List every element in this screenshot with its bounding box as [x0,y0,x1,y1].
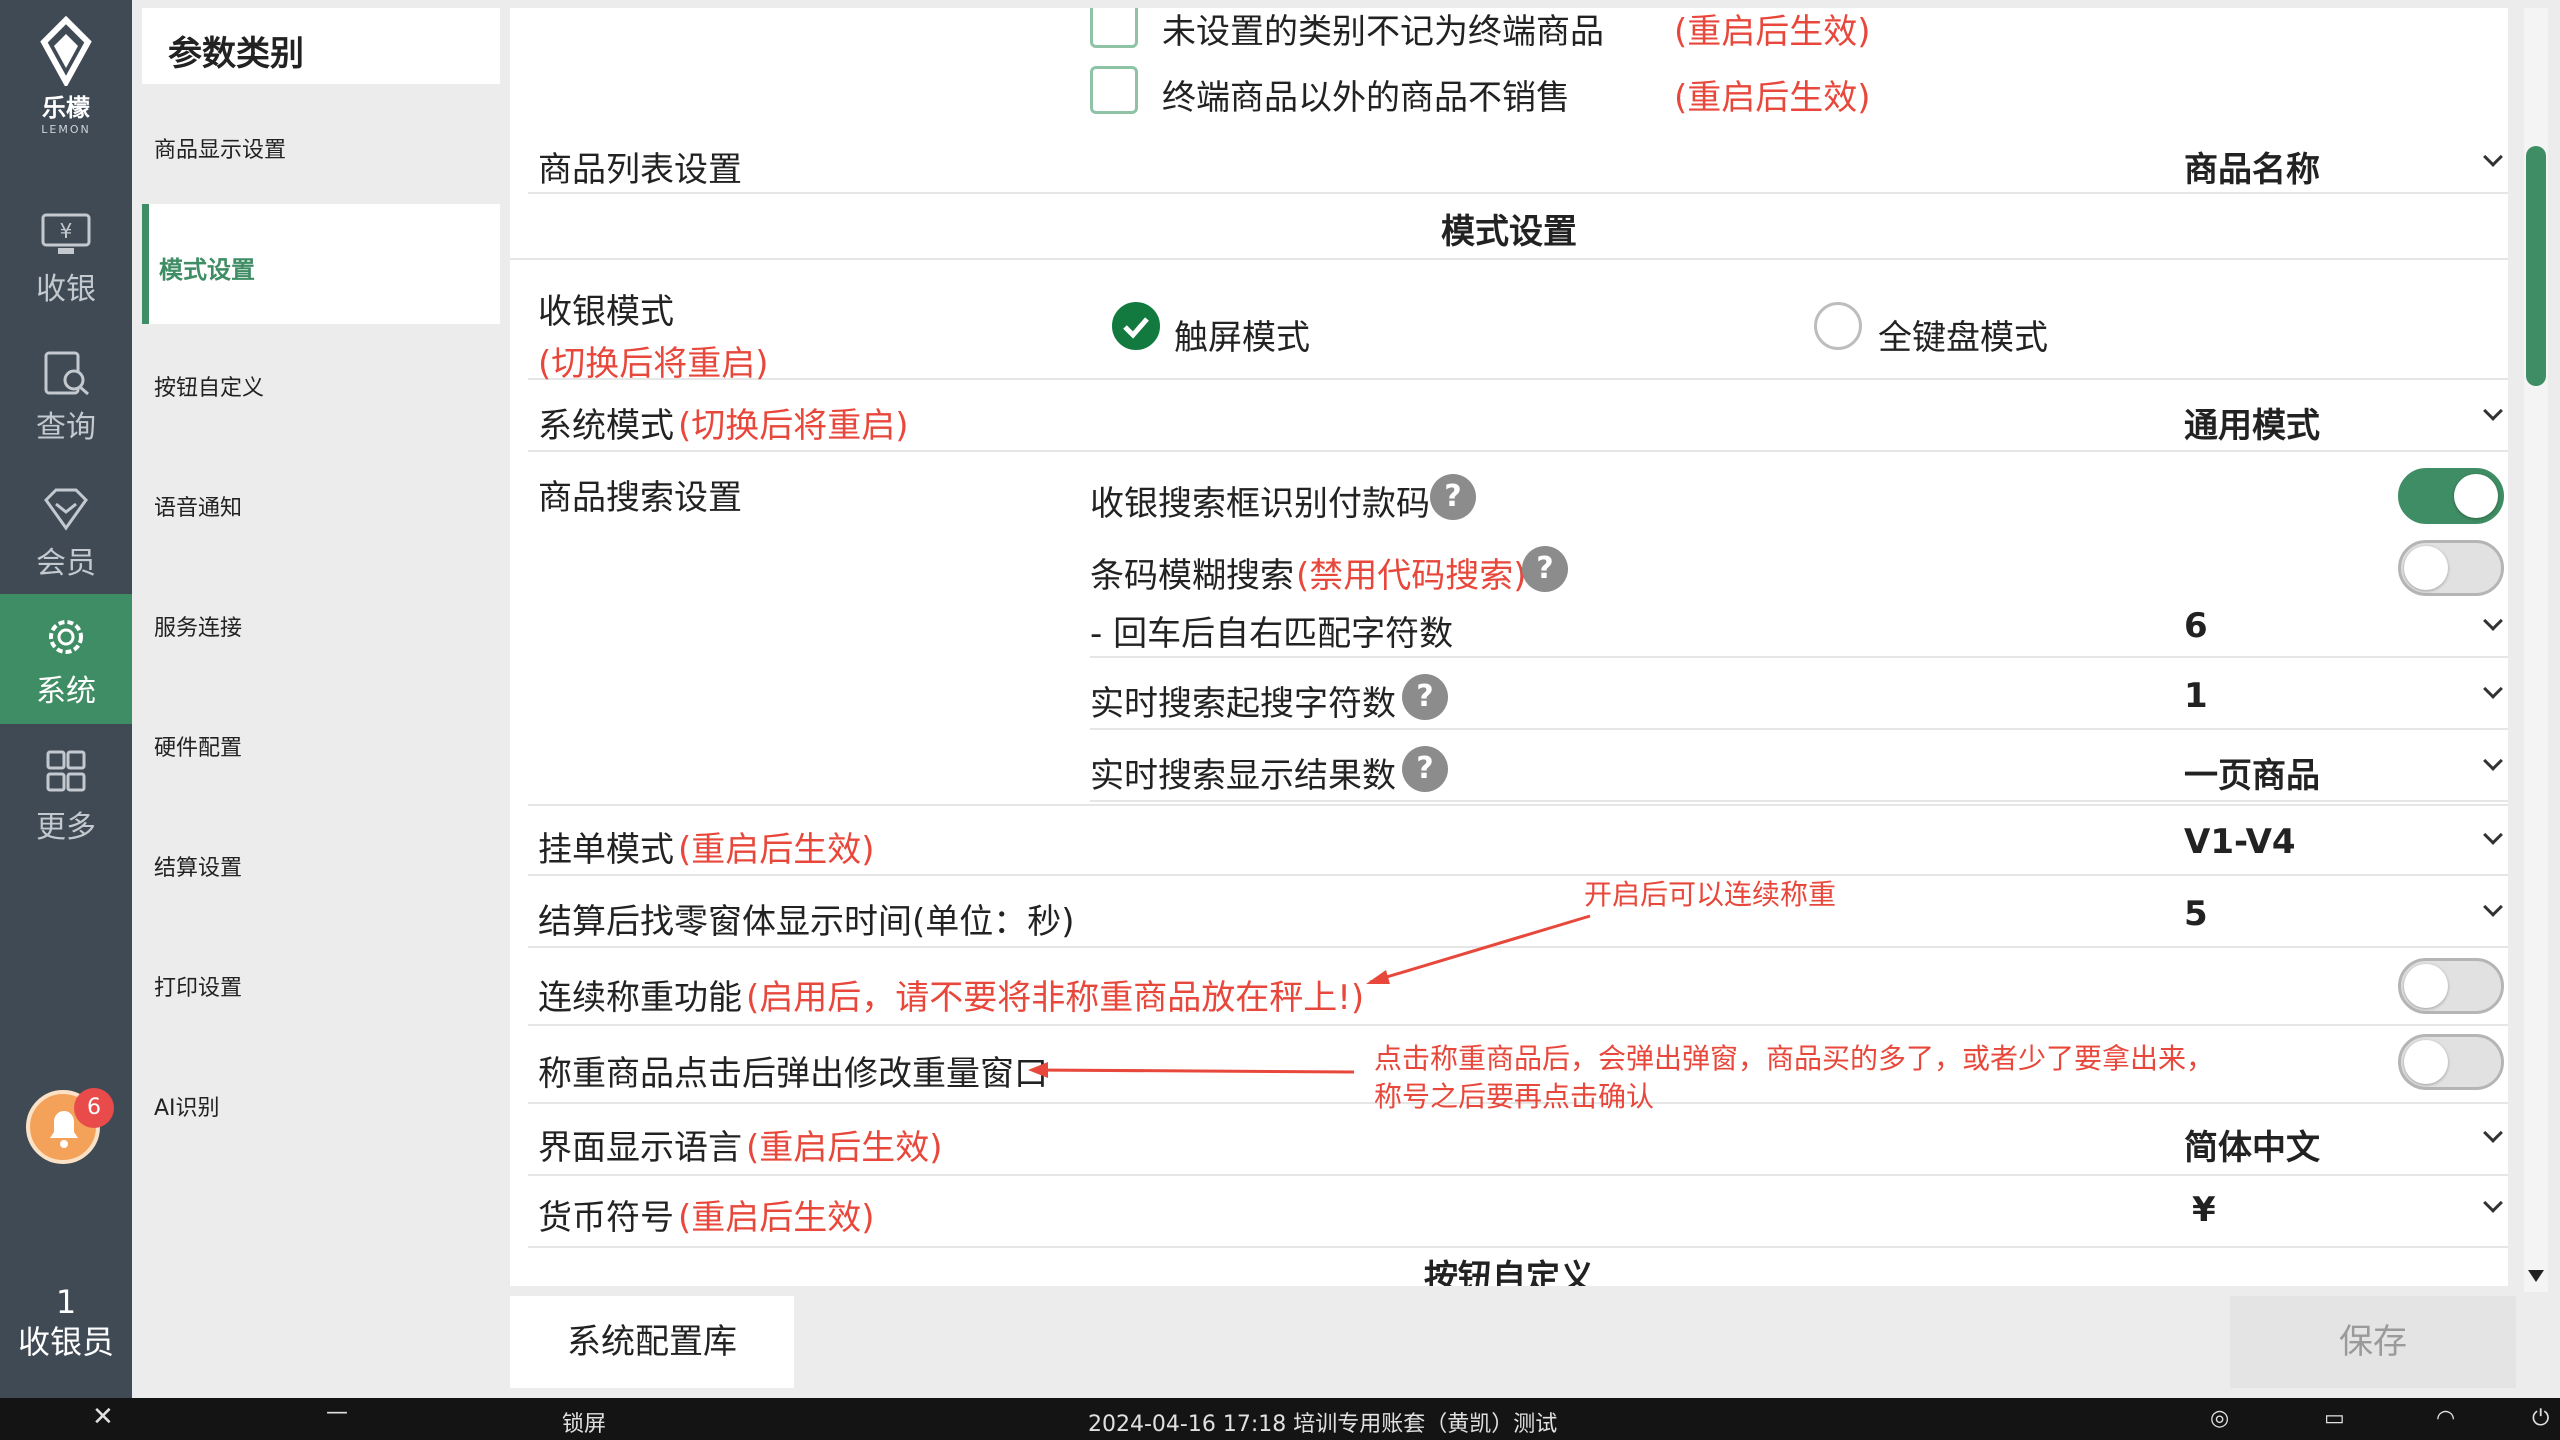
globe-icon[interactable]: ◎ [2210,1406,2229,1431]
lemon-logo-icon [40,16,92,86]
category-item-print[interactable]: 打印设置 [132,924,510,1044]
main-nav: 乐檬 LEMON ¥ 收银 查询 会员 系统 更多 6 1 收银员 [0,0,132,1398]
power-icon[interactable]: ⏻ [2532,1406,2549,1431]
annotation-arrows [1028,914,1591,1078]
category-item-buttons[interactable]: 按钮自定义 [132,324,510,444]
grid-icon [46,750,86,792]
nav-label: 会员 [36,546,96,581]
lock-screen-button[interactable]: 锁屏 [562,1406,606,1438]
nav-label: 查询 [36,410,96,445]
svg-text:¥: ¥ [60,219,73,243]
category-item-hardware[interactable]: 硬件配置 [132,684,510,804]
settings-panel: 未设置的类别不记为终端商品 (重启后生效) 终端商品以外的商品不销售 (重启后生… [510,8,2508,1286]
category-item-voice[interactable]: 语音通知 [132,444,510,564]
display-icon[interactable]: ▭ [2324,1406,2345,1431]
status-bar: ✕ — 锁屏 2024-04-16 17:18 培训专用账套（黄凯）测试 ◎ ▭… [0,1398,2560,1440]
category-title-box: 参数类别 [142,8,500,84]
logo-subtext: LEMON [41,123,91,136]
config-library-button[interactable]: 系统配置库 [510,1296,794,1388]
search-document-icon [44,351,89,396]
category-item-mode[interactable]: 模式设置 [142,204,500,324]
category-item-ai[interactable]: AI识别 [132,1044,510,1164]
cashier-role: 收银员 [17,1323,114,1361]
nav-label: 更多 [36,810,96,845]
cashier-info[interactable]: 1 收银员 [0,1282,132,1362]
category-item-display[interactable]: 商品显示设置 [132,86,510,206]
wifi-icon: ◠ [2436,1406,2456,1431]
arrow-line [1369,914,1591,984]
nav-item-member[interactable]: 会员 [0,466,132,596]
nav-item-query[interactable]: 查询 [0,330,132,460]
category-title: 参数类别 [168,34,304,74]
nav-label: 系统 [36,674,96,709]
category-item-service[interactable]: 服务连接 [132,564,510,684]
nav-label: 收银 [36,272,96,307]
arrow-head [1028,1062,1048,1078]
app-logo: 乐檬 LEMON [0,16,132,146]
close-icon[interactable]: ✕ [92,1402,114,1432]
cashier-monitor-icon: ¥ [41,213,91,254]
logo-text: 乐檬 [42,94,90,122]
status-info: 2024-04-16 17:18 培训专用账套（黄凯）测试 [1088,1412,1558,1437]
category-item-settlement[interactable]: 结算设置 [132,804,510,924]
minimize-icon[interactable]: — [326,1400,348,1425]
notification-badge: 6 [74,1088,114,1128]
scrollbar[interactable] [2524,8,2548,1292]
gear-icon [49,620,83,654]
nav-item-system[interactable]: 系统 [0,594,132,724]
nav-item-more[interactable]: 更多 [0,730,132,860]
arrow-head [1366,970,1390,984]
save-button[interactable]: 保存 [2230,1296,2516,1388]
category-panel: 参数类别 商品显示设置 模式设置 按钮自定义 语音通知 服务连接 硬件配置 结算… [132,0,510,1398]
nav-item-cashier[interactable]: ¥ 收银 [0,192,132,322]
scrollbar-thumb[interactable] [2526,146,2546,386]
member-diamond-icon [44,488,88,531]
scroll-down-icon[interactable] [2528,1270,2544,1282]
cashier-id: 1 [55,1283,77,1321]
arrow-line [1033,1068,1355,1074]
